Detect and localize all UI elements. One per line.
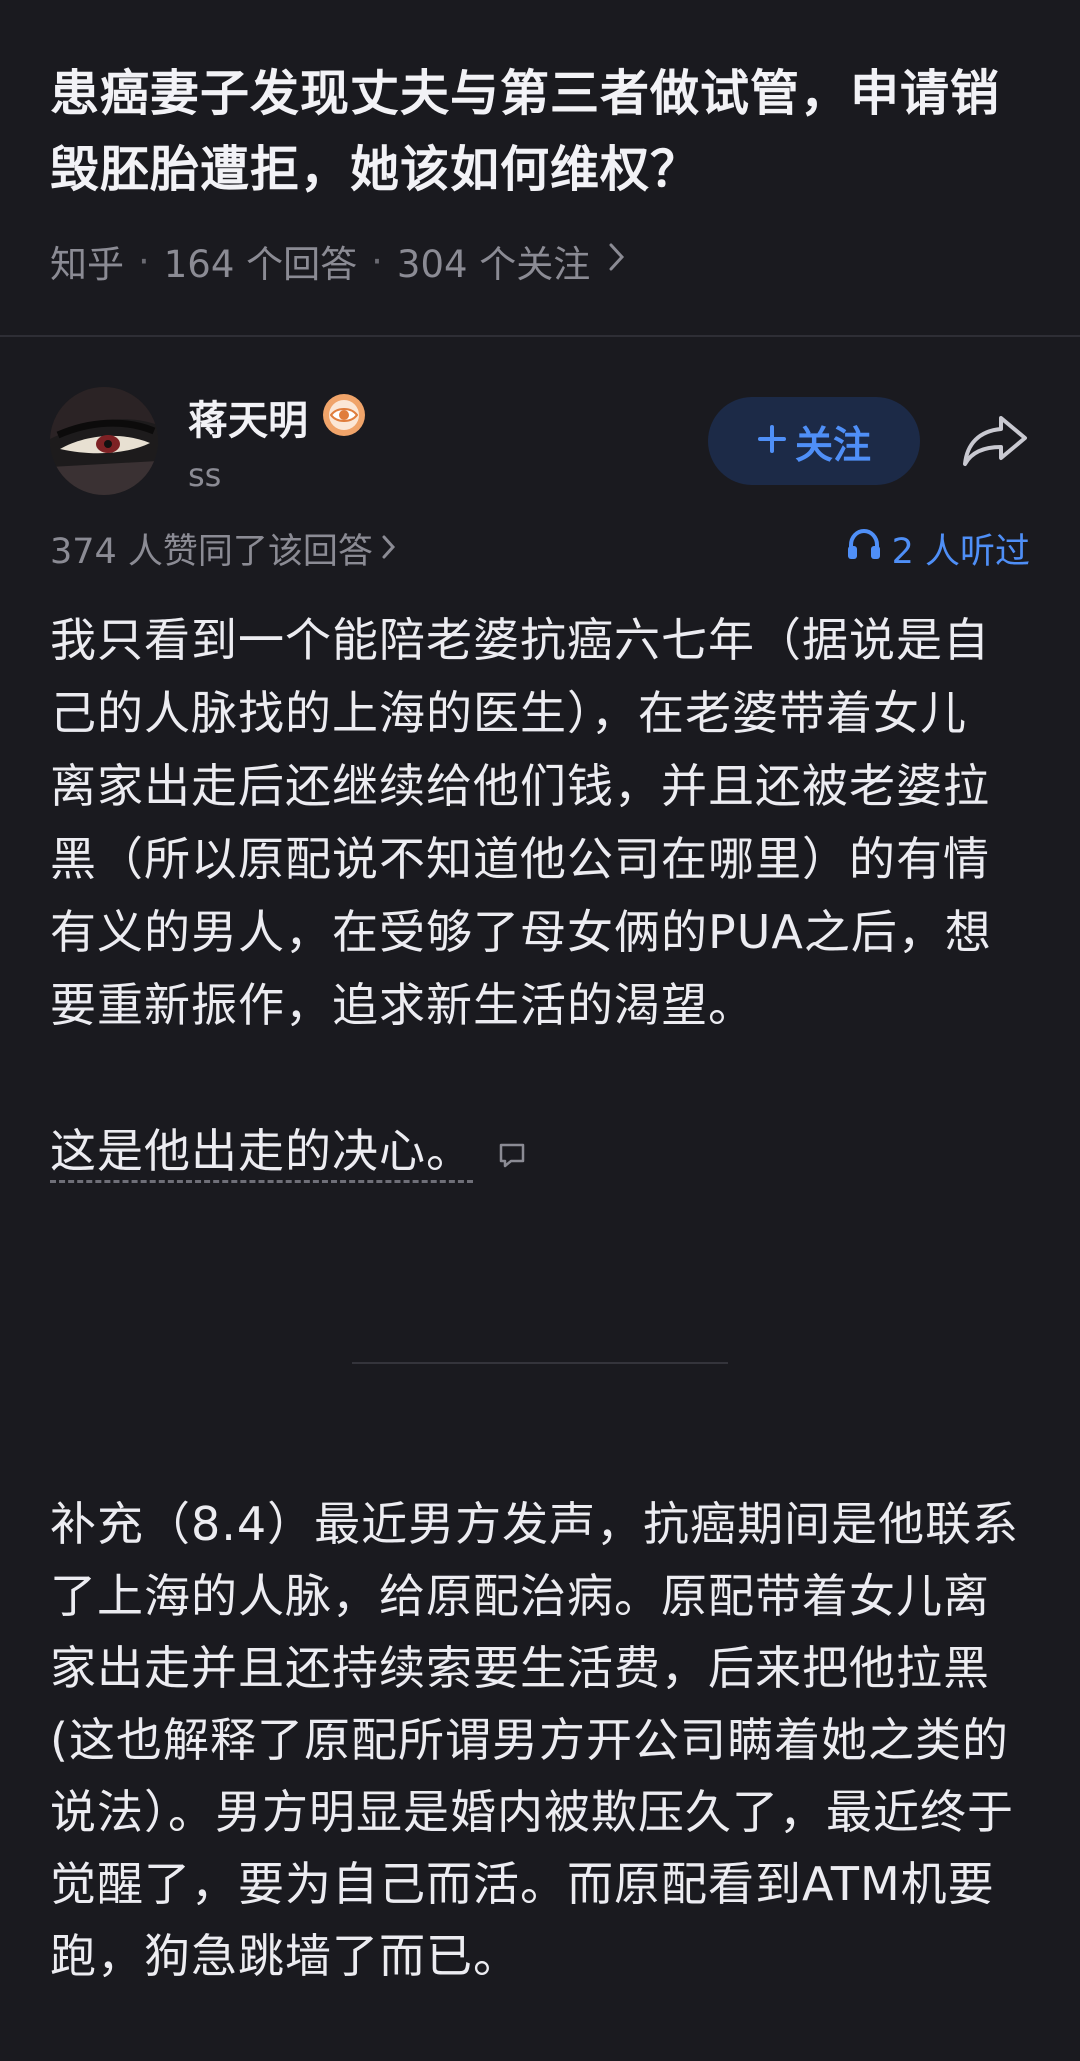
meta-separator: ·: [138, 239, 150, 283]
author-subtitle: ss: [188, 456, 222, 494]
author-name-row: 蒋天明: [188, 388, 708, 446]
plus-icon: [757, 419, 787, 463]
listened-text: 2 人听过: [891, 532, 1030, 572]
content-divider: [352, 1362, 728, 1364]
question-meta[interactable]: 知乎 · 164 个回答 · 304 个关注: [50, 234, 1030, 288]
author-info: 蒋天明 ss: [188, 388, 708, 494]
author-name[interactable]: 蒋天明: [188, 388, 308, 446]
answer-paragraph: 我只看到一个能陪老婆抗癌六七年（据说是自己的人脉找的上海的医生），在老婆带着女儿…: [50, 613, 992, 1032]
question-title[interactable]: 患癌妻子发现丈夫与第三者做试管，申请销毁胚胎遭拒，她该如何维权？: [50, 56, 1030, 208]
comment-icon[interactable]: [497, 1118, 527, 1191]
follower-count: 304 个关注: [396, 243, 591, 286]
follow-button[interactable]: 关注: [708, 397, 920, 485]
chevron-right-icon: [381, 529, 397, 569]
annotated-text[interactable]: 这是他出走的决心。: [50, 1124, 473, 1183]
chevron-right-icon: [608, 242, 626, 280]
share-icon[interactable]: [960, 406, 1030, 476]
avatar[interactable]: [50, 387, 158, 495]
listened-count[interactable]: 2 人听过: [846, 523, 1030, 574]
eye-badge-icon: [322, 393, 366, 441]
question-header[interactable]: 患癌妻子发现丈夫与第三者做试管，申请销毁胚胎遭拒，她该如何维权？ 知乎 · 16…: [0, 0, 1080, 288]
agree-count[interactable]: 374 人赞同了该回答: [50, 523, 397, 574]
agree-text: 374 人赞同了该回答: [50, 532, 373, 572]
follow-label: 关注: [794, 422, 871, 467]
headphones-icon: [846, 527, 882, 570]
answer-content: 我只看到一个能陪老婆抗癌六七年（据说是自己的人脉找的上海的医生），在老婆带着女儿…: [50, 604, 1010, 1191]
source-label: 知乎: [50, 243, 124, 286]
header-divider: [0, 335, 1080, 337]
answer-count: 164 个回答: [163, 243, 358, 286]
answer-stats: 374 人赞同了该回答 2 人听过: [50, 523, 1030, 574]
author-row: 蒋天明 ss 关注: [50, 385, 1030, 497]
meta-separator: ·: [371, 239, 383, 283]
supplement-paragraph: 补充（8.4）最近男方发声，抗癌期间是他联系了上海的人脉，给原配治病。原配带着女…: [50, 1497, 1020, 1983]
answer-paragraph-highlight[interactable]: 这是他出走的决心。: [50, 1115, 527, 1191]
